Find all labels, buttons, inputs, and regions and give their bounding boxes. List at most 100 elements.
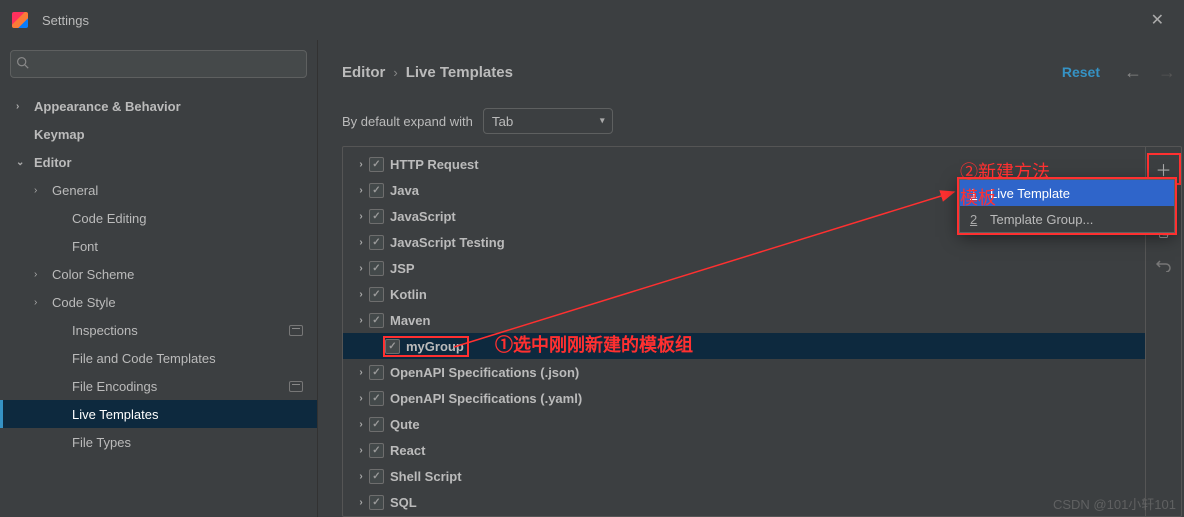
sidebar-item[interactable]: Live Templates xyxy=(0,400,317,428)
template-group-row[interactable]: JSP xyxy=(343,255,1145,281)
template-checkbox[interactable] xyxy=(369,261,384,276)
popup-item[interactable]: 2Template Group... xyxy=(960,206,1174,232)
chevron-icon xyxy=(353,471,369,482)
template-checkbox[interactable] xyxy=(369,443,384,458)
template-group-row[interactable]: OpenAPI Specifications (.json) xyxy=(343,359,1145,385)
template-checkbox[interactable] xyxy=(369,235,384,250)
sidebar-item[interactable]: Keymap xyxy=(0,120,317,148)
chevron-icon xyxy=(353,497,369,508)
popup-item[interactable]: 1Live Template xyxy=(960,180,1174,206)
chevron-icon xyxy=(353,393,369,404)
chevron-icon xyxy=(16,129,30,140)
chevron-icon xyxy=(54,353,68,364)
template-group-row[interactable]: Shell Script xyxy=(343,463,1145,489)
popup-index: 1 xyxy=(970,186,990,201)
sidebar-item-label: Editor xyxy=(34,155,72,170)
main-panel: Editor › Live Templates Reset ← → By def… xyxy=(318,40,1184,517)
chevron-icon xyxy=(34,185,48,196)
sidebar-item[interactable]: General xyxy=(0,176,317,204)
template-checkbox[interactable] xyxy=(369,495,384,510)
sidebar-item-label: Appearance & Behavior xyxy=(34,99,181,114)
template-label: Qute xyxy=(390,417,420,432)
sidebar-item[interactable]: Font xyxy=(0,232,317,260)
template-group-row[interactable]: Qute xyxy=(343,411,1145,437)
template-label: SQL xyxy=(390,495,417,510)
template-checkbox[interactable] xyxy=(369,183,384,198)
chevron-icon xyxy=(54,381,68,392)
breadcrumb-part: Live Templates xyxy=(406,64,513,81)
template-label: Shell Script xyxy=(390,469,462,484)
chevron-icon xyxy=(353,263,369,274)
sidebar-item[interactable]: Inspections xyxy=(0,316,317,344)
template-group-row[interactable]: React xyxy=(343,437,1145,463)
sidebar-item-label: Color Scheme xyxy=(52,267,134,282)
chevron-icon xyxy=(353,367,369,378)
sidebar-item[interactable]: Editor xyxy=(0,148,317,176)
sidebar-item[interactable]: File Encodings xyxy=(0,372,317,400)
template-checkbox[interactable] xyxy=(369,391,384,406)
title-bar: Settings ✕ xyxy=(0,0,1184,40)
template-checkbox[interactable] xyxy=(385,339,400,354)
template-group-row[interactable]: HTTP Request xyxy=(343,151,1145,177)
project-scope-icon xyxy=(289,325,303,336)
sidebar-item-label: Inspections xyxy=(72,323,138,338)
template-checkbox[interactable] xyxy=(369,157,384,172)
template-label: Java xyxy=(390,183,419,198)
nav-back-icon[interactable]: ← xyxy=(1116,58,1150,87)
sidebar-item-label: Code Editing xyxy=(72,211,146,226)
nav-forward-icon: → xyxy=(1150,58,1184,87)
template-checkbox[interactable] xyxy=(369,287,384,302)
template-group-row[interactable]: OpenAPI Specifications (.yaml) xyxy=(343,385,1145,411)
chevron-icon xyxy=(34,269,48,280)
chevron-icon xyxy=(54,409,68,420)
sidebar-item-label: File Encodings xyxy=(72,379,157,394)
undo-button[interactable] xyxy=(1147,249,1181,281)
sidebar-item[interactable]: Color Scheme xyxy=(0,260,317,288)
template-label: React xyxy=(390,443,425,458)
template-label: Maven xyxy=(390,313,430,328)
template-label: HTTP Request xyxy=(390,157,479,172)
chevron-icon xyxy=(16,101,30,112)
sidebar-item[interactable]: File and Code Templates xyxy=(0,344,317,372)
sidebar-item[interactable]: Appearance & Behavior xyxy=(0,92,317,120)
add-popup: ②新建方法模板 1Live Template2Template Group... xyxy=(959,179,1175,233)
breadcrumb-sep: › xyxy=(393,65,397,80)
project-scope-icon xyxy=(289,381,303,392)
sidebar-item-label: Keymap xyxy=(34,127,85,142)
window-title: Settings xyxy=(42,13,89,28)
expand-with-select[interactable]: Tab xyxy=(483,108,613,134)
chevron-icon xyxy=(54,241,68,252)
annotation-1: ①选中刚刚新建的模板组 xyxy=(495,331,693,357)
sidebar-item[interactable]: File Types xyxy=(0,428,317,456)
template-checkbox[interactable] xyxy=(369,469,384,484)
template-checkbox[interactable] xyxy=(369,313,384,328)
template-checkbox[interactable] xyxy=(369,417,384,432)
template-label: JSP xyxy=(390,261,415,276)
reset-link[interactable]: Reset xyxy=(1062,64,1100,80)
breadcrumb-part: Editor xyxy=(342,64,385,81)
template-group-row[interactable]: Kotlin xyxy=(343,281,1145,307)
template-label: JavaScript xyxy=(390,209,456,224)
sidebar-item[interactable]: Code Editing xyxy=(0,204,317,232)
sidebar-item-label: Code Style xyxy=(52,295,116,310)
chevron-icon xyxy=(34,297,48,308)
template-group-row[interactable]: Maven xyxy=(343,307,1145,333)
sidebar-item[interactable]: Code Style xyxy=(0,288,317,316)
templates-area: HTTP Request Java JavaScript JavaScript Tes… xyxy=(342,146,1182,517)
sidebar-item-label: General xyxy=(52,183,98,198)
settings-search-input[interactable] xyxy=(10,50,307,78)
app-icon xyxy=(12,12,28,28)
chevron-icon xyxy=(353,419,369,430)
popup-index: 2 xyxy=(970,212,990,227)
template-label: JavaScript Testing xyxy=(390,235,505,250)
template-group-row[interactable]: SQL xyxy=(343,489,1145,515)
chevron-icon xyxy=(353,159,369,170)
expand-label: By default expand with xyxy=(342,114,473,129)
watermark: CSDN @101小轩101 xyxy=(1053,494,1176,513)
template-checkbox[interactable] xyxy=(369,209,384,224)
close-icon[interactable]: ✕ xyxy=(1143,6,1172,34)
template-group-row[interactable]: myGroup①选中刚刚新建的模板组 xyxy=(343,333,1145,359)
popup-label: Template Group... xyxy=(990,212,1093,227)
template-label: OpenAPI Specifications (.json) xyxy=(390,365,579,380)
template-checkbox[interactable] xyxy=(369,365,384,380)
